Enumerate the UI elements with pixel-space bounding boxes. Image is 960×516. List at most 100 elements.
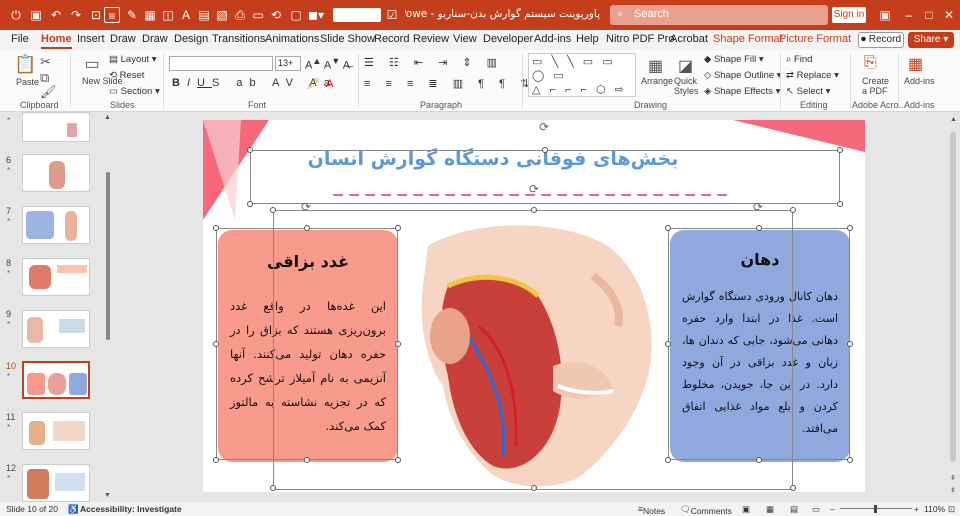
rotate-handle-icon[interactable]: ⟳ (753, 200, 763, 214)
rotate-handle-icon[interactable]: ⟳ (301, 200, 311, 214)
accessibility-icon[interactable]: ♿ (68, 504, 79, 515)
slide-thumbnail[interactable] (22, 206, 90, 244)
zoom-out-icon[interactable]: – (830, 504, 835, 514)
resize-handle[interactable] (837, 147, 843, 153)
replace-button[interactable]: ⇄ Replace ▾ (786, 70, 839, 81)
slide-thumbnail[interactable] (22, 112, 90, 142)
slideshow-view-icon[interactable]: ▭ (812, 504, 820, 515)
maximize-icon[interactable]: □ (920, 5, 938, 25)
resize-handle[interactable] (665, 457, 671, 463)
font-size-select[interactable]: 13+ (275, 56, 301, 71)
quick-styles-label[interactable]: Quick Styles (674, 76, 699, 96)
arrange-label[interactable]: Arrange (641, 76, 673, 86)
font-name-quick[interactable] (333, 8, 381, 22)
save-icon[interactable]: ▣ (28, 7, 44, 23)
resize-handle[interactable] (247, 201, 253, 207)
slide-thumbnail[interactable] (22, 154, 90, 192)
zoom-in-icon[interactable]: + (914, 504, 919, 514)
comments-button[interactable]: 🗨 Comments (680, 504, 732, 516)
draw-icon[interactable]: ✎ (124, 7, 140, 23)
paste-icon[interactable]: 📋 (14, 54, 36, 76)
tab-acrobat[interactable]: Acrobat (670, 33, 708, 45)
close-icon[interactable]: ✕ (940, 5, 958, 25)
tab-picture-format[interactable]: Picture Format (779, 33, 851, 45)
tab-insert[interactable]: Insert (77, 33, 105, 45)
resize-handle[interactable] (847, 341, 853, 347)
resize-handle[interactable] (531, 485, 537, 491)
accessibility-status[interactable]: Accessibility: Investigate (80, 504, 182, 514)
tab-add-ins[interactable]: Add-ins (534, 33, 571, 45)
zoom-slider-thumb[interactable] (874, 505, 877, 513)
resize-handle[interactable] (790, 485, 796, 491)
shape-outline-button[interactable]: ◇ Shape Outline ▾ (704, 70, 782, 81)
resize-handle[interactable] (395, 225, 401, 231)
redo-icon[interactable]: ↷ (68, 7, 84, 23)
resize-handle[interactable] (304, 457, 310, 463)
new-slide-icon[interactable]: ▭ (82, 54, 102, 74)
notes-button[interactable]: ≡ Notes (638, 504, 665, 516)
layout-button[interactable]: ▤ Layout ▾ (109, 54, 157, 65)
record-button[interactable]: ⏺ Record (858, 32, 904, 48)
slide-canvas[interactable]: بخش‌های فوقانی دستگاه گوارش انسان غدد بز… (203, 120, 865, 492)
tab-file[interactable]: File (11, 33, 29, 45)
slide-thumbnail[interactable] (22, 412, 90, 450)
find-button[interactable]: ⌕ Find (786, 54, 812, 65)
resize-handle[interactable] (847, 457, 853, 463)
resize-handle[interactable] (213, 457, 219, 463)
resize-handle[interactable] (790, 207, 796, 213)
tab-draw[interactable]: Draw (110, 33, 136, 45)
arrange-icon[interactable]: ▦ (648, 56, 663, 76)
share-button[interactable]: Share ▾ (908, 32, 954, 48)
undo-icon[interactable]: ↶ (48, 7, 64, 23)
tab-home[interactable]: Home (41, 33, 72, 49)
rotate-handle-icon[interactable]: ⟳ (529, 182, 539, 196)
grid-icon[interactable]: ▤ (196, 7, 212, 23)
resize-handle[interactable] (847, 225, 853, 231)
select-button[interactable]: ↖ Select ▾ (786, 86, 830, 97)
resize-handle[interactable] (247, 147, 253, 153)
resize-handle[interactable] (665, 225, 671, 231)
resize-handle[interactable] (756, 225, 762, 231)
tab-view[interactable]: View (453, 33, 477, 45)
editor-scroll-thumb[interactable] (950, 132, 956, 462)
resize-handle[interactable] (270, 207, 276, 213)
tab-shape-format[interactable]: Shape Format (713, 33, 783, 45)
print-icon[interactable]: ⎙ (232, 7, 248, 23)
slide-sorter-icon[interactable]: ▦ (766, 504, 774, 515)
slide-thumbnail-active[interactable] (22, 361, 90, 399)
font-color-buttons[interactable]: 🖍A (306, 77, 339, 90)
resize-handle[interactable] (213, 225, 219, 231)
shape-effects-button[interactable]: ◈ Shape Effects ▾ (704, 86, 780, 97)
normal-view-icon[interactable]: ▣ (742, 504, 750, 515)
font-size-controls[interactable]: A▲ A▼ A̶ (305, 56, 350, 72)
editor-scrollbar[interactable]: ▲ ⇞ ⇟ (946, 112, 960, 502)
resize-handle[interactable] (304, 225, 310, 231)
tab-record[interactable]: Record (374, 33, 409, 45)
check-icon[interactable]: ☑ (384, 7, 400, 23)
resize-handle[interactable] (213, 341, 219, 347)
align-icon[interactable]: ≡ (104, 7, 120, 23)
scroll-up-icon[interactable]: ▲ (104, 114, 111, 121)
next-slide-icon[interactable]: ⇟ (950, 486, 956, 494)
fit-slide-icon[interactable]: ⊡ (948, 504, 955, 515)
thumbnail-scrollbar[interactable] (106, 172, 110, 340)
add-ins-label[interactable]: Add-ins (904, 76, 935, 86)
shapes-gallery[interactable]: ▭ ╲ ╲ ▭ ▭ ◯ ▭△ ⌐ ⌐ ⌐ ⬡ ⇨ ⇩◠ ◡ ⌒ { } ☆ ✧ (528, 53, 636, 97)
section-button[interactable]: ▭ Section ▾ (109, 86, 160, 97)
slide-thumbnail[interactable] (22, 310, 90, 348)
ribbon-display-icon[interactable]: ▣ (876, 5, 894, 25)
paste-label[interactable]: Paste (16, 77, 39, 87)
tab-transitions[interactable]: Transitions (212, 33, 265, 45)
resize-handle[interactable] (531, 207, 537, 213)
create-pdf-label[interactable]: Create a PDF (862, 76, 890, 96)
scroll-up-icon[interactable]: ▲ (950, 116, 957, 123)
search-box[interactable]: ⌕ Search (610, 5, 828, 25)
slide-thumbnail[interactable] (22, 464, 90, 502)
align-buttons[interactable]: ≡ ≡ ≡ ≣ ▥ ¶ ¶ ⇅ (364, 77, 535, 90)
slide-thumbnail[interactable] (22, 258, 90, 296)
tab-help[interactable]: Help (576, 33, 599, 45)
resize-handle[interactable] (756, 457, 762, 463)
list-buttons[interactable]: ☰ ☷ ⇤ ⇥ ⇕ ▥ (364, 56, 503, 69)
tab-design[interactable]: Design (174, 33, 208, 45)
font-name-select[interactable] (169, 56, 273, 71)
